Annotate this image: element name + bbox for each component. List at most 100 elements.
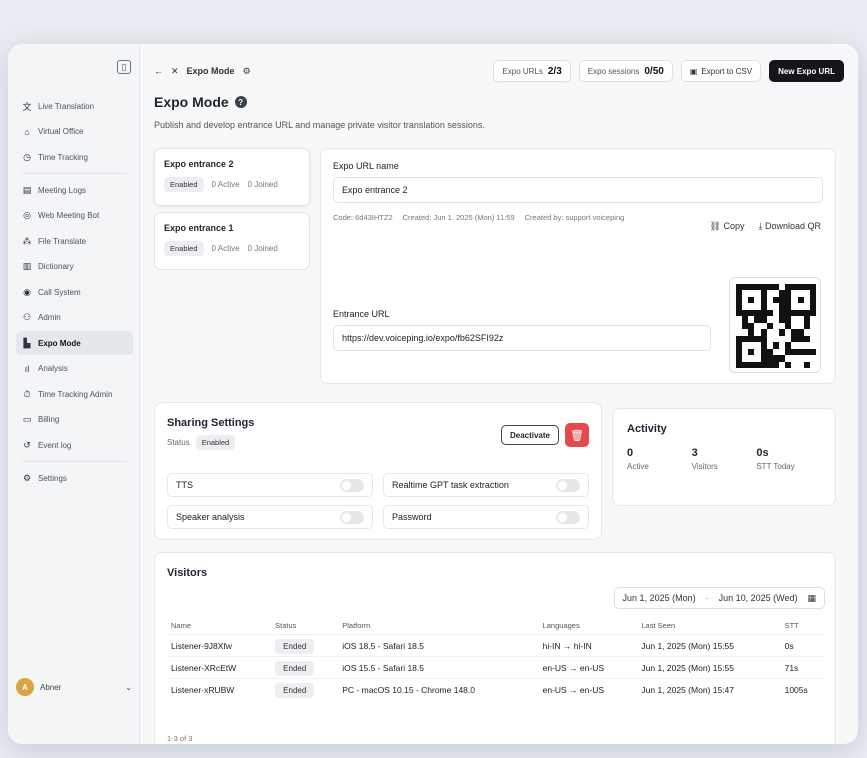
topbar: ← ✕ Expo Mode ⚙ Expo URLs 2/3 Expo sessi… bbox=[154, 58, 844, 84]
sidebar-item-billing[interactable]: ▭ Billing bbox=[16, 408, 133, 432]
sidebar-toggle-icon[interactable]: ▯ bbox=[117, 60, 131, 74]
visitor-last-seen: Jun 1, 2025 (Mon) 15:55 bbox=[637, 656, 781, 679]
sidebar-item-time-tracking[interactable]: ◷ Time Tracking bbox=[16, 145, 133, 169]
sidebar-item-expo-mode[interactable]: ▙ Expo Mode bbox=[16, 331, 133, 355]
sidebar-item-file-translate[interactable]: ⁂ File Translate bbox=[16, 229, 133, 253]
export-csv-button[interactable]: ▣ Export to CSV bbox=[680, 60, 762, 82]
activity-panel: Activity 0 Active 3 Visitors 0s STT Today bbox=[612, 408, 836, 506]
download-qr-button[interactable]: ⤓ Download QR bbox=[758, 221, 821, 232]
password-switch[interactable] bbox=[556, 510, 580, 524]
sidebar-item-label: Dictionary bbox=[38, 262, 74, 271]
entrance-joined-count: 0 Joined bbox=[247, 180, 278, 189]
qr-code-image bbox=[736, 284, 816, 368]
link-actions: ⛓ Copy ⤓ Download QR bbox=[710, 221, 821, 232]
sidebar-item-label: Time Tracking bbox=[38, 152, 88, 162]
table-row[interactable]: Listener-XRcEtW Ended iOS 15.5 - Safari … bbox=[167, 656, 825, 679]
back-arrow-icon[interactable]: ← bbox=[154, 66, 163, 76]
page-subtitle: Publish and develop entrance URL and man… bbox=[154, 120, 485, 130]
entrance-active-count: 0 Active bbox=[211, 180, 240, 189]
sidebar-item-call-system[interactable]: ◉ Call System bbox=[16, 280, 133, 304]
sidebar-item-label: Analysis bbox=[38, 364, 68, 373]
speaker-analysis-switch[interactable] bbox=[340, 510, 364, 524]
sidebar-item-web-meeting-bot[interactable]: ◎ Web Meeting Bot bbox=[16, 204, 133, 228]
toggle-label: Speaker analysis bbox=[176, 512, 245, 522]
column-header[interactable]: STT bbox=[781, 617, 825, 635]
entrance-code: Code: 6d43IHTZ2 bbox=[333, 213, 393, 222]
visitor-name: Listener-XRcEtW bbox=[167, 656, 272, 679]
table-row[interactable]: Listener-9J8Xfw Ended iOS 18.5 - Safari … bbox=[167, 634, 825, 657]
column-header[interactable]: Name bbox=[167, 617, 271, 635]
date-range-picker[interactable]: Jun 1, 2025 (Mon) - Jun 10, 2025 (Wed) ▦ bbox=[613, 587, 825, 609]
column-header[interactable]: Last Seen bbox=[637, 617, 780, 635]
sidebar-item-meeting-logs[interactable]: ▤ Meeting Logs bbox=[16, 178, 133, 202]
activity-title: Activity bbox=[627, 423, 667, 435]
visitor-languages: en-US → en-US bbox=[538, 678, 638, 701]
entrance-url-group: Entrance URL https://dev.voiceping.io/ex… bbox=[333, 309, 711, 351]
copy-label: Copy bbox=[723, 221, 745, 231]
visitor-name: Listener-xRUBW bbox=[167, 678, 272, 701]
date-to: Jun 10, 2025 (Wed) bbox=[718, 593, 798, 603]
sidebar-item-live-translation[interactable]: 文 Live Translation bbox=[16, 94, 133, 118]
toggle-password: Password bbox=[383, 505, 589, 529]
entrance-created: Created: Jun 1, 2025 (Mon) 11:59 bbox=[402, 213, 515, 222]
visitor-last-seen: Jun 1, 2025 (Mon) 15:47 bbox=[637, 678, 781, 701]
sidebar-item-virtual-office[interactable]: ⌂ Virtual Office bbox=[16, 120, 133, 144]
expo-urls-value: 2/3 bbox=[547, 65, 562, 77]
sidebar-item-settings[interactable]: ⚙ Settings bbox=[16, 466, 133, 490]
entrance-url-field[interactable]: https://dev.voiceping.io/expo/fb62SFI92z bbox=[333, 325, 711, 351]
column-header[interactable]: Platform bbox=[338, 617, 538, 635]
expo-urls-counter: Expo URLs 2/3 bbox=[493, 60, 571, 82]
info-icon[interactable]: ? bbox=[234, 96, 247, 108]
visitor-last-seen: Jun 1, 2025 (Mon) 15:55 bbox=[637, 634, 781, 657]
gear-icon: ⚙ bbox=[22, 472, 32, 483]
visitor-platform: iOS 18.5 - Safari 18.5 bbox=[338, 634, 539, 657]
sidebar-item-event-log[interactable]: ↺ Event log bbox=[16, 433, 133, 457]
stat-value: 0 bbox=[627, 447, 634, 459]
entrance-card-selected[interactable]: Expo entrance 2 Enabled 0 Active 0 Joine… bbox=[154, 148, 310, 206]
toggle-label: Password bbox=[392, 512, 432, 522]
translate-icon: 文 bbox=[22, 101, 32, 112]
table-row[interactable]: Listener-xRUBW Ended PC - macOS 10.15 - … bbox=[167, 678, 825, 701]
sidebar-item-time-tracking-admin[interactable]: ⏱ Time Tracking Admin bbox=[16, 382, 133, 406]
app-window: ▯ 文 Live Translation ⌂ Virtual Office ◷ Tim… bbox=[8, 44, 858, 744]
visitor-stt: 71s bbox=[780, 656, 825, 679]
new-expo-url-button[interactable]: New Expo URL bbox=[769, 60, 844, 82]
entrance-card[interactable]: Expo entrance 1 Enabled 0 Active 0 Joine… bbox=[154, 212, 310, 270]
avatar: A bbox=[16, 678, 34, 696]
visitor-platform: iOS 15.5 - Safari 18.5 bbox=[338, 656, 539, 679]
activity-stats: 0 Active 3 Visitors 0s STT Today bbox=[627, 447, 821, 471]
copy-button[interactable]: ⛓ Copy bbox=[710, 221, 745, 232]
status-badge: Enabled bbox=[164, 177, 204, 192]
history-icon: ↺ bbox=[23, 439, 31, 450]
gpt-task-extraction-switch[interactable] bbox=[556, 478, 580, 492]
visitor-status: Ended bbox=[271, 634, 339, 657]
user-menu[interactable]: A Abner ⌄ bbox=[16, 678, 132, 696]
toggle-label: Realtime GPT task extraction bbox=[392, 480, 509, 490]
status-badge: Ended bbox=[275, 660, 315, 676]
sidebar-item-analysis[interactable]: ıl Analysis bbox=[16, 357, 133, 381]
sidebar: ▯ 文 Live Translation ⌂ Virtual Office ◷ Tim… bbox=[8, 44, 140, 744]
delete-button[interactable]: 🗑 bbox=[565, 423, 589, 447]
close-icon[interactable]: ✕ bbox=[171, 66, 179, 77]
export-csv-label: Export to CSV bbox=[701, 66, 753, 76]
trash-icon: 🗑 bbox=[570, 429, 584, 442]
column-header[interactable]: Status bbox=[271, 617, 338, 635]
logs-icon: ▤ bbox=[22, 184, 32, 195]
url-name-field[interactable]: Expo entrance 2 bbox=[333, 177, 823, 203]
link-icon: ⛓ bbox=[709, 221, 724, 231]
visitor-stt: 1005s bbox=[780, 678, 825, 701]
sidebar-list: 文 Live Translation ⌂ Virtual Office ◷ Time … bbox=[16, 94, 133, 490]
entrance-joined-count: 0 Joined bbox=[247, 244, 278, 253]
status-badge: Enabled bbox=[164, 241, 204, 256]
entrance-meta: Enabled 0 Active 0 Joined bbox=[164, 177, 300, 192]
tts-switch[interactable] bbox=[340, 478, 364, 492]
deactivate-button[interactable]: Deactivate bbox=[500, 425, 559, 445]
column-header[interactable]: Languages bbox=[539, 617, 638, 635]
breadcrumb-title: Expo Mode bbox=[186, 66, 235, 76]
download-icon: ▣ bbox=[689, 66, 698, 76]
info-icon[interactable]: ⚙ bbox=[243, 66, 251, 77]
visitor-status: Ended bbox=[271, 656, 339, 679]
sidebar-item-label: Call System bbox=[38, 287, 81, 297]
sidebar-item-dictionary[interactable]: ▥ Dictionary bbox=[16, 255, 133, 279]
sidebar-item-admin[interactable]: ⚇ Admin bbox=[16, 306, 133, 330]
